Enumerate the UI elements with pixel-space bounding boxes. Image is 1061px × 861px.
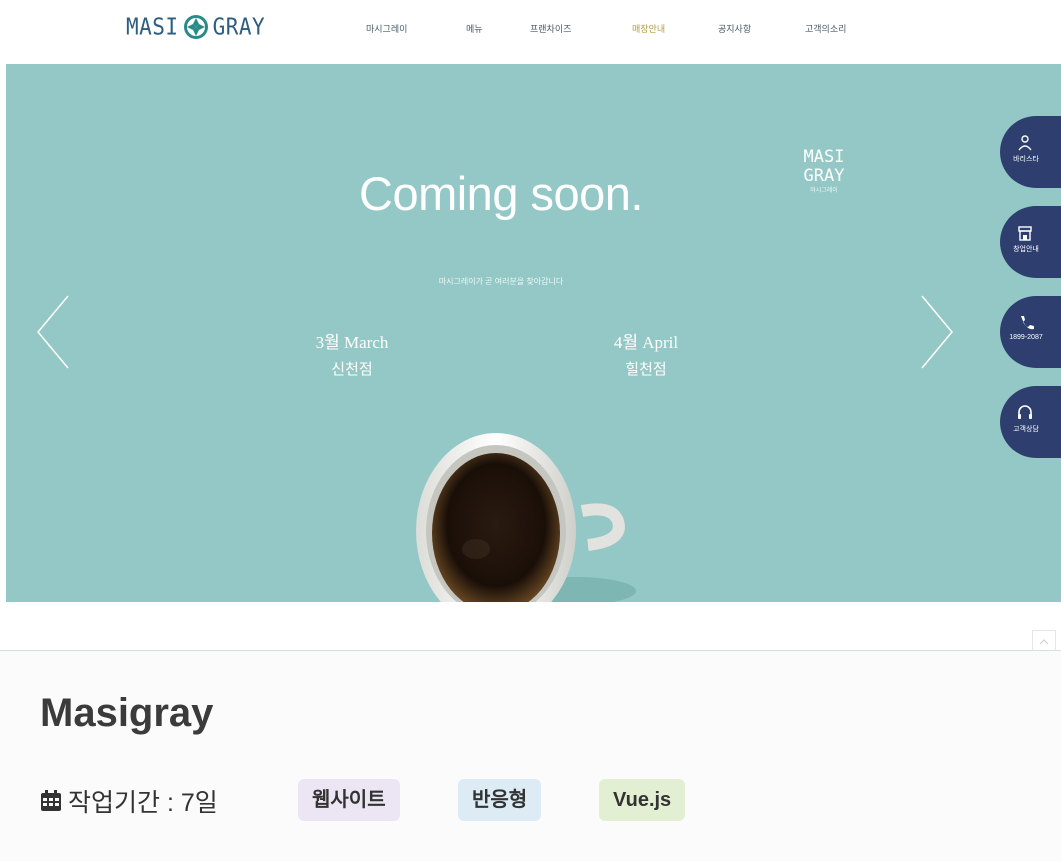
project-info: Masigray 작업기간 : 7일 웹사이트 반응형 Vue.js xyxy=(0,651,1061,861)
phone-icon xyxy=(1021,316,1034,330)
tag-vuejs[interactable]: Vue.js xyxy=(599,779,686,821)
hero-brand-small: 마시그레이 xyxy=(810,188,838,194)
main-nav: 마시그레이 메뉴 프랜차이즈 매장안내 공지사항 고객의소리 xyxy=(0,22,1061,38)
nav-item-customer-voice[interactable]: 고객의소리 xyxy=(805,22,846,35)
side-button-label: 고객상담 xyxy=(1013,426,1039,433)
hero-title: Coming soon. xyxy=(359,167,644,220)
opening-store: 힐천점 xyxy=(625,362,667,378)
side-button-label: 창업안내 xyxy=(1013,246,1039,253)
work-period-text: 작업기간 : 7일 xyxy=(68,789,218,817)
chevron-left-icon[interactable] xyxy=(32,292,72,372)
opening-march: 3월 March 신천점 xyxy=(282,332,422,382)
coffee-cup-image xyxy=(416,433,636,602)
project-title: Masigray xyxy=(40,691,214,735)
opening-april: 4월 April 힐천점 xyxy=(576,332,716,382)
hero-brand-line1: MASI xyxy=(803,147,845,167)
nav-item-store-info[interactable]: 매장안내 xyxy=(632,22,665,35)
opening-month: 3월 March xyxy=(315,333,389,352)
site-header: MASI GRAY 마시그레이 메뉴 프랜차이즈 매장안내 공지사항 고객의소리 xyxy=(0,0,1061,64)
hero-brand-line2: GRAY xyxy=(803,166,845,186)
barista-icon xyxy=(1018,135,1032,151)
store-icon xyxy=(1018,226,1032,241)
nav-item-menu[interactable]: 메뉴 xyxy=(466,22,483,35)
opening-month: 4월 April xyxy=(613,333,679,352)
tag-responsive[interactable]: 반응형 xyxy=(458,779,542,821)
side-button-label: 1899-2087 xyxy=(1009,334,1043,341)
tag-website[interactable]: 웹사이트 xyxy=(298,779,400,821)
opening-store: 신천점 xyxy=(331,362,373,378)
hero-banner: Coming soon. 마시그레이가 곧 여러분을 찾아갑니다 MASI GR… xyxy=(6,64,1061,602)
work-period: 작업기간 : 7일 xyxy=(40,781,218,821)
hero-bottom-strip xyxy=(0,602,1061,650)
chevron-right-icon[interactable] xyxy=(918,292,958,372)
nav-item-franchise[interactable]: 프랜차이즈 xyxy=(530,22,571,35)
headset-icon xyxy=(1018,405,1032,419)
side-button-label: 바리스타 xyxy=(1013,156,1039,163)
calendar-icon xyxy=(41,790,61,811)
hero-subtitle: 마시그레이가 곧 여러분을 찾아갑니다 xyxy=(438,277,564,286)
hero-brand-logo: MASI GRAY 마시그레이 xyxy=(794,148,854,196)
nav-item-notice[interactable]: 공지사항 xyxy=(718,22,751,35)
nav-item-masigray[interactable]: 마시그레이 xyxy=(366,22,407,35)
